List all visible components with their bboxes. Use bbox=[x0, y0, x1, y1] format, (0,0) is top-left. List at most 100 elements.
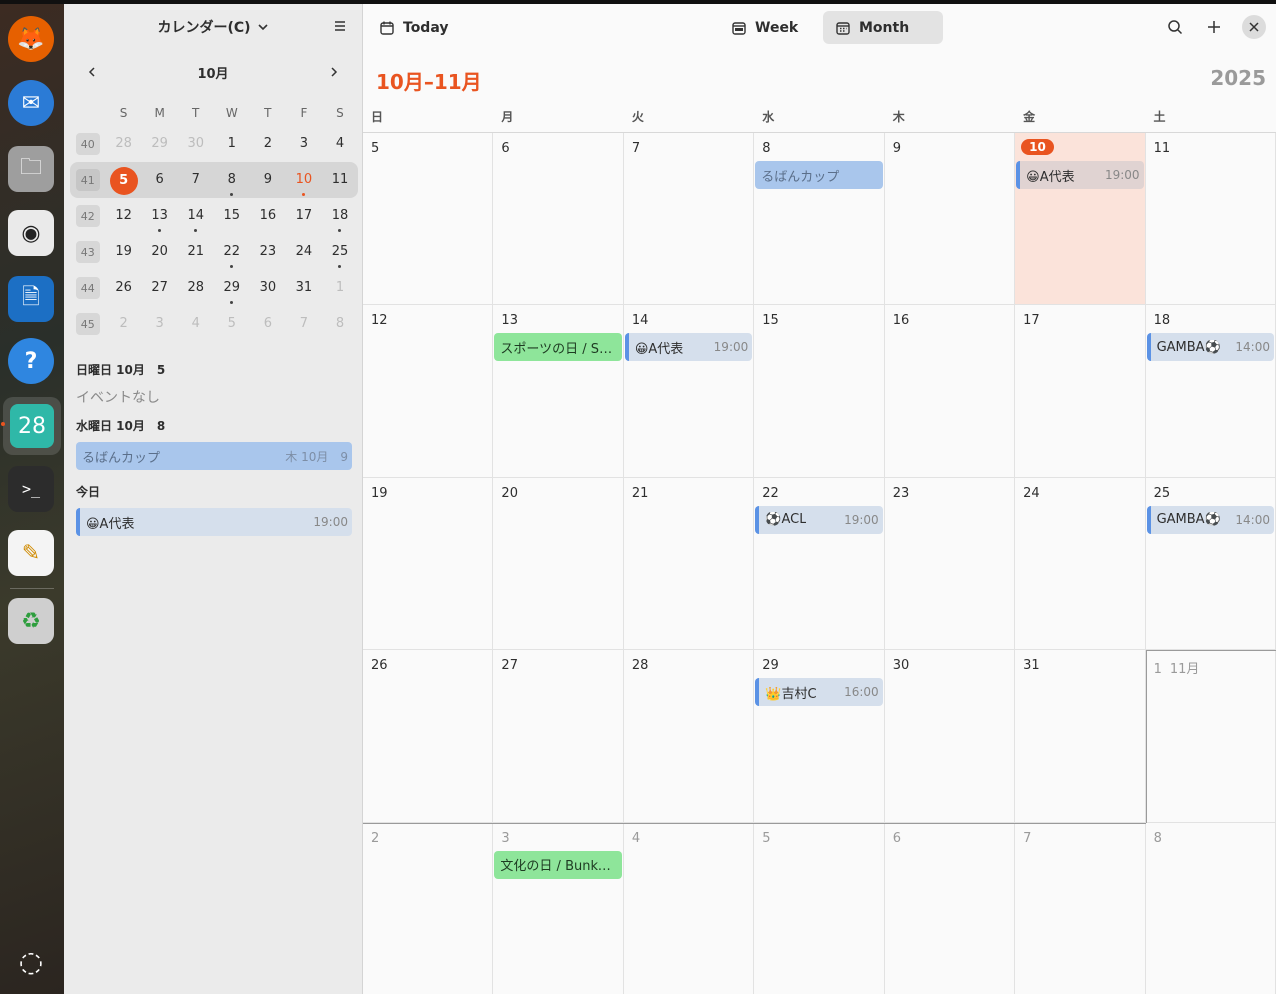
day-cell[interactable]: 10 bbox=[1015, 133, 1146, 306]
day-cell[interactable]: 20 bbox=[493, 477, 624, 651]
day-cell[interactable]: 25 bbox=[1145, 477, 1276, 651]
prev-month-button[interactable] bbox=[80, 60, 104, 84]
mini-day[interactable]: 30 bbox=[250, 275, 286, 301]
mini-day[interactable]: 11 bbox=[322, 167, 358, 193]
mini-day[interactable]: 29 bbox=[142, 131, 178, 157]
mini-day[interactable]: 10 bbox=[286, 167, 322, 196]
terminal-icon[interactable]: >_ bbox=[8, 466, 54, 512]
mini-day[interactable]: 6 bbox=[142, 167, 178, 193]
day-cell[interactable]: 4 bbox=[623, 822, 755, 994]
day-cell[interactable]: 9 bbox=[884, 133, 1016, 306]
day-cell[interactable]: 13 bbox=[493, 305, 624, 478]
search-button[interactable] bbox=[1162, 14, 1188, 40]
day-cell[interactable]: 24 bbox=[1015, 477, 1146, 651]
hamburger-menu-icon[interactable] bbox=[332, 18, 348, 34]
calendar-event[interactable]: 👑吉村C 16:00 bbox=[755, 678, 883, 707]
mini-day[interactable]: 4 bbox=[178, 311, 214, 337]
day-cell[interactable]: 5 bbox=[363, 133, 494, 306]
day-cell[interactable]: 26 bbox=[363, 650, 494, 823]
day-cell[interactable]: 8 bbox=[754, 133, 885, 306]
calendar-event[interactable]: GAMBA⚽ 14:00 bbox=[1146, 333, 1274, 362]
mini-day[interactable]: 16 bbox=[250, 203, 286, 229]
close-window-button[interactable] bbox=[1242, 15, 1266, 39]
today-button[interactable]: Today bbox=[367, 11, 460, 44]
mini-day[interactable]: 20 bbox=[142, 239, 178, 265]
agenda-event[interactable]: るばんカップ 木 10月 9 bbox=[76, 442, 352, 470]
show-apps-icon[interactable]: ◌ bbox=[8, 938, 54, 984]
month-view-button[interactable]: Month bbox=[823, 11, 943, 44]
mini-day[interactable]: 21 bbox=[178, 239, 214, 265]
day-cell[interactable]: 22 bbox=[754, 477, 885, 651]
mini-day[interactable]: 31 bbox=[286, 275, 322, 301]
mini-day[interactable]: 12 bbox=[106, 203, 142, 229]
mini-day[interactable]: 25 bbox=[322, 239, 358, 268]
day-cell[interactable]: 2 bbox=[363, 822, 494, 994]
day-cell[interactable]: 8 bbox=[1145, 822, 1276, 994]
text-editor-icon[interactable]: ✎ bbox=[8, 530, 54, 576]
agenda-event[interactable]: 😀A代表 19:00 bbox=[76, 508, 352, 536]
thunderbird-icon[interactable]: ✉ bbox=[8, 80, 54, 126]
mini-day[interactable]: 22 bbox=[214, 239, 250, 268]
calendar-event[interactable]: 文化の日 / Bunka no Hi bbox=[494, 850, 622, 879]
mini-day[interactable]: 29 bbox=[214, 275, 250, 304]
mini-day[interactable]: 2 bbox=[106, 311, 142, 337]
day-cell[interactable]: 21 bbox=[623, 477, 755, 651]
calendar-event[interactable]: 😀A代表 19:00 bbox=[624, 333, 753, 362]
day-cell[interactable]: 6 bbox=[493, 133, 624, 306]
mini-day[interactable]: 18 bbox=[322, 203, 358, 232]
mini-day[interactable]: 2 bbox=[250, 131, 286, 157]
calendar-event[interactable]: 😀A代表 19:00 bbox=[1016, 161, 1144, 189]
day-cell[interactable]: 11 bbox=[1145, 133, 1276, 306]
day-cell[interactable]: 6 bbox=[884, 822, 1016, 994]
calendar-event[interactable]: ⚽ACL 19:00 bbox=[755, 505, 883, 534]
mini-day[interactable]: 26 bbox=[106, 275, 142, 301]
mini-day[interactable]: 19 bbox=[106, 239, 142, 265]
mini-day[interactable]: 30 bbox=[178, 131, 214, 157]
mini-day[interactable]: 4 bbox=[322, 131, 358, 157]
day-cell[interactable]: 27 bbox=[493, 650, 624, 823]
day-cell[interactable]: 28 bbox=[623, 650, 755, 823]
next-month-button[interactable] bbox=[322, 60, 346, 84]
mini-day[interactable]: 5 bbox=[214, 311, 250, 337]
mini-day[interactable]: 23 bbox=[250, 239, 286, 265]
help-icon[interactable]: ? bbox=[8, 338, 54, 384]
day-cell[interactable]: 16 bbox=[884, 305, 1016, 478]
calendar-event[interactable]: るばんカップ bbox=[755, 161, 883, 189]
trash-icon[interactable]: ♻ bbox=[8, 598, 54, 644]
mini-day[interactable]: 6 bbox=[250, 311, 286, 337]
day-cell[interactable]: 12 bbox=[363, 305, 494, 478]
mini-day[interactable]: 8 bbox=[322, 311, 358, 337]
mini-day[interactable]: 17 bbox=[286, 203, 322, 229]
calendar-event[interactable]: GAMBA⚽ 14:00 bbox=[1146, 505, 1274, 534]
mini-day[interactable]: 1 bbox=[322, 275, 358, 301]
day-cell[interactable]: 29 bbox=[754, 650, 885, 823]
calendar-event[interactable]: スポーツの日 / Sports Day bbox=[494, 333, 622, 362]
rhythmbox-icon[interactable]: ◉ bbox=[8, 210, 54, 256]
mini-day[interactable]: 24 bbox=[286, 239, 322, 265]
add-event-button[interactable] bbox=[1201, 14, 1227, 40]
day-cell[interactable]: 3 bbox=[493, 822, 624, 994]
firefox-icon[interactable]: 🦊 bbox=[8, 16, 54, 62]
mini-day[interactable]: 7 bbox=[178, 167, 214, 193]
mini-day[interactable]: 14 bbox=[178, 203, 214, 232]
mini-day[interactable]: 8 bbox=[214, 167, 250, 196]
week-view-button[interactable]: Week bbox=[719, 11, 810, 44]
mini-day[interactable]: 3 bbox=[142, 311, 178, 337]
files-icon[interactable]: 🗀 bbox=[8, 146, 54, 192]
day-cell[interactable]: 31 bbox=[1015, 650, 1146, 823]
mini-day[interactable]: 3 bbox=[286, 131, 322, 157]
mini-day[interactable]: 13 bbox=[142, 203, 178, 232]
mini-day[interactable]: 28 bbox=[178, 275, 214, 301]
mini-day[interactable]: 9 bbox=[250, 167, 286, 193]
mini-day[interactable]: 27 bbox=[142, 275, 178, 301]
day-cell[interactable]: 5 bbox=[754, 822, 885, 994]
day-cell[interactable]: 14 bbox=[623, 305, 755, 478]
mini-day[interactable]: 15 bbox=[214, 203, 250, 229]
day-cell[interactable]: 7 bbox=[1015, 822, 1146, 994]
mini-day[interactable]: 5 bbox=[106, 167, 142, 195]
day-cell[interactable]: 18 bbox=[1145, 305, 1276, 478]
day-cell[interactable]: 17 bbox=[1015, 305, 1146, 478]
day-cell[interactable]: 23 bbox=[884, 477, 1016, 651]
mini-day[interactable]: 28 bbox=[106, 131, 142, 157]
day-cell[interactable]: 7 bbox=[623, 133, 755, 306]
